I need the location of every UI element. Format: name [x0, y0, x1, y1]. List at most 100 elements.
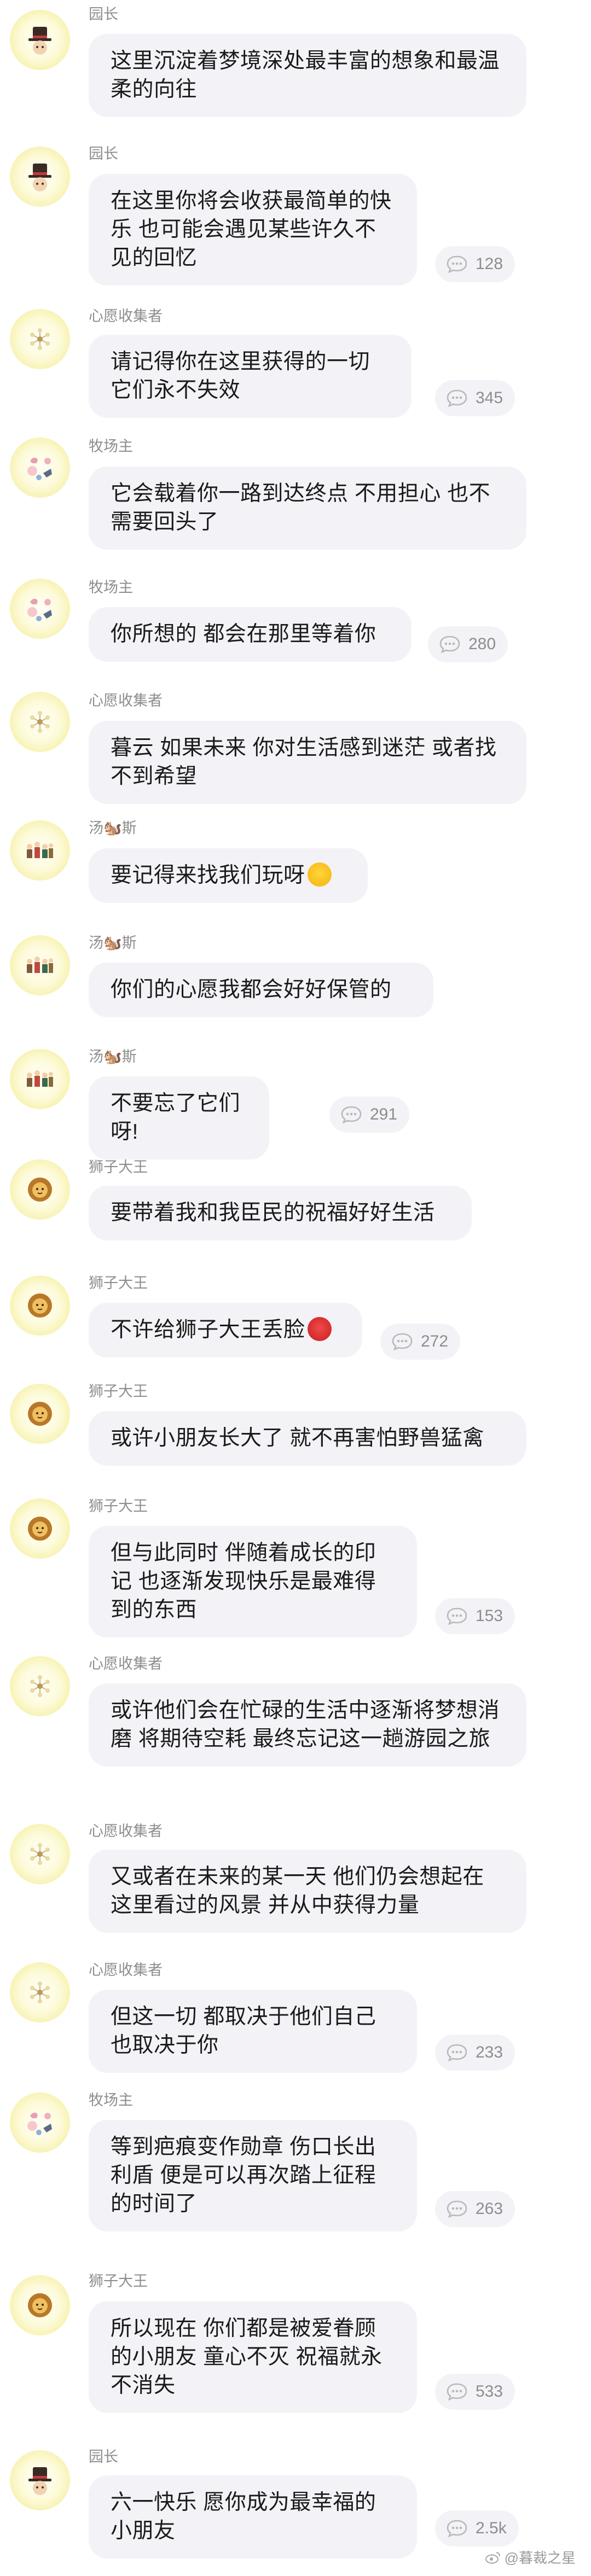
avatar-xinyuan[interactable]	[10, 1824, 70, 1884]
comment-count-button[interactable]: 263	[435, 2191, 515, 2227]
sender-name: 狮子大王	[89, 1275, 148, 1291]
sender-name: 汤🐿️斯	[89, 1048, 137, 1065]
carousel-horse-icon	[27, 457, 52, 480]
avatar-yuanzhang[interactable]	[10, 2450, 70, 2510]
avatar-xinyuan[interactable]	[10, 309, 70, 369]
comment-count-button[interactable]: 128	[435, 246, 515, 282]
message-text: 不许给狮子大王丢脸	[111, 1318, 305, 1342]
message-bubble[interactable]: 这里沉淀着梦境深处最丰富的想象和最温柔的向往	[89, 34, 526, 117]
avatar-shizi[interactable]	[10, 1499, 70, 1559]
avatar-muchang[interactable]	[10, 438, 70, 498]
message-bubble[interactable]: 但与此同时 伴随着成长的印记 也逐渐发现快乐是最难得到的东西	[89, 1526, 417, 1637]
message-bubble[interactable]: 所以现在 你们都是被爱眷顾的小朋友 童心不灭 祝福就永不消失	[89, 2301, 417, 2413]
message-bubble[interactable]: 在这里你将会收获最简单的快乐 也可能会遇见某些许久不见的回忆	[89, 174, 417, 285]
message-bubble[interactable]: 暮云 如果未来 你对生活感到迷茫 或者找不到希望	[89, 721, 526, 804]
comment-count-button[interactable]: 272	[380, 1324, 461, 1360]
comment-icon	[447, 389, 467, 407]
angry-face-icon	[307, 1317, 332, 1341]
dandelion-icon	[30, 1843, 50, 1865]
message-bubble[interactable]: 要记得来找我们玩呀	[89, 848, 368, 903]
sender-name: 园长	[89, 145, 118, 162]
dandelion-icon	[30, 328, 50, 350]
sender-name: 狮子大王	[89, 1159, 148, 1175]
avatar-tangmusi[interactable]	[10, 820, 70, 881]
comment-icon	[447, 2200, 467, 2218]
comment-count: 233	[476, 2043, 503, 2061]
avatar-tangmusi[interactable]	[10, 935, 70, 995]
dandelion-icon	[30, 711, 50, 733]
watermark-text: @暮裁之星	[504, 2550, 576, 2566]
message-bubble[interactable]: 不要忘了它们呀!	[89, 1076, 269, 1159]
message-bubble[interactable]: 六一快乐 愿你成为最幸福的小朋友	[89, 2475, 417, 2558]
avatar-xinyuan[interactable]	[10, 692, 70, 752]
message-bubble[interactable]: 或许他们会在忙碌的生活中逐渐将梦想消磨 将期待空耗 最终忘记这一趟游园之旅	[89, 1683, 526, 1767]
avatar-xinyuan[interactable]	[10, 1962, 70, 2023]
comment-count-button[interactable]: 233	[435, 2035, 515, 2071]
sender-name: 狮子大王	[89, 1383, 148, 1400]
sender-name: 狮子大王	[89, 1498, 148, 1514]
comment-icon	[447, 2520, 467, 2538]
comment-count: 345	[476, 389, 503, 407]
avatar-shizi[interactable]	[10, 1384, 70, 1444]
comment-count-button[interactable]: 533	[435, 2374, 515, 2410]
comment-count: 280	[468, 635, 496, 653]
message-text: 要记得来找我们玩呀	[111, 864, 305, 887]
comment-count: 153	[476, 1607, 503, 1625]
message-bubble[interactable]: 你所想的 都会在那里等着你	[89, 607, 412, 662]
avatar-tangmusi[interactable]	[10, 1049, 70, 1109]
lion-icon	[28, 1178, 52, 1202]
sender-name: 园长	[89, 2449, 118, 2465]
comment-count-button[interactable]: 345	[435, 380, 515, 416]
message-bubble[interactable]: 它会载着你一路到达终点 不用担心 也不需要回头了	[89, 467, 526, 550]
hugging-face-icon	[307, 862, 332, 887]
avatar-muchang[interactable]	[10, 2093, 70, 2153]
sender-name: 汤🐿️斯	[89, 820, 137, 836]
avatar-yuanzhang[interactable]	[10, 10, 70, 70]
comment-count: 272	[421, 1332, 449, 1350]
comment-count-button[interactable]: 280	[428, 626, 508, 662]
carousel-horse-icon	[27, 2112, 52, 2135]
message-bubble[interactable]: 不许给狮子大王丢脸	[89, 1303, 362, 1357]
sender-name: 心愿收集者	[89, 308, 163, 324]
message-bubble[interactable]: 或许小朋友长大了 就不再害怕野兽猛禽	[89, 1411, 526, 1466]
sender-name: 心愿收集者	[89, 1823, 163, 1839]
message-bubble[interactable]: 又或者在未来的某一天 他们仍会想起在这里看过的风景 并从中获得力量	[89, 1850, 526, 1933]
comment-count: 263	[476, 2200, 503, 2218]
comment-count: 128	[476, 255, 503, 273]
comment-icon	[392, 1333, 413, 1351]
avatar-xinyuan[interactable]	[10, 1656, 70, 1716]
band-members-icon	[27, 1070, 53, 1087]
sender-name: 园长	[89, 6, 118, 22]
comment-count-button[interactable]: 2.5k	[435, 2510, 519, 2546]
comment-icon	[447, 255, 467, 273]
avatar-yuanzhang[interactable]	[10, 147, 70, 207]
comment-count-button[interactable]: 153	[435, 1598, 515, 1634]
sender-name: 汤🐿️斯	[89, 935, 137, 951]
lion-icon	[28, 1293, 52, 1318]
avatar-muchang[interactable]	[10, 579, 70, 639]
lion-icon	[28, 2293, 52, 2317]
lion-icon	[28, 1517, 52, 1541]
sender-name: 狮子大王	[89, 2273, 148, 2289]
avatar-shizi[interactable]	[10, 2275, 70, 2335]
band-members-icon	[27, 957, 53, 973]
comment-count: 533	[476, 2382, 503, 2400]
top-hat-icon	[28, 164, 51, 191]
top-hat-icon	[28, 2467, 51, 2495]
sender-name: 牧场主	[89, 2092, 133, 2108]
lion-icon	[28, 1402, 52, 1426]
band-members-icon	[27, 842, 53, 858]
avatar-shizi[interactable]	[10, 1275, 70, 1336]
sender-name: 心愿收集者	[89, 1962, 163, 1978]
message-bubble[interactable]: 但这一切 都取决于他们自己 也取决于你	[89, 1990, 417, 2073]
message-bubble[interactable]: 请记得你在这里获得的一切 它们永不失效	[89, 335, 412, 418]
comment-count-button[interactable]: 291	[329, 1097, 410, 1133]
message-bubble[interactable]: 你们的心愿我都会好好保管的	[89, 963, 433, 1017]
weibo-logo-icon	[485, 2551, 500, 2563]
top-hat-icon	[28, 27, 51, 55]
message-bubble[interactable]: 要带着我和我臣民的祝福好好生活	[89, 1186, 472, 1240]
message-bubble[interactable]: 等到疤痕变作勋章 伤口长出利盾 便是可以再次踏上征程的时间了	[89, 2120, 417, 2231]
avatar-shizi[interactable]	[10, 1159, 70, 1220]
dandelion-icon	[30, 1981, 50, 2003]
comment-icon	[341, 1106, 362, 1124]
